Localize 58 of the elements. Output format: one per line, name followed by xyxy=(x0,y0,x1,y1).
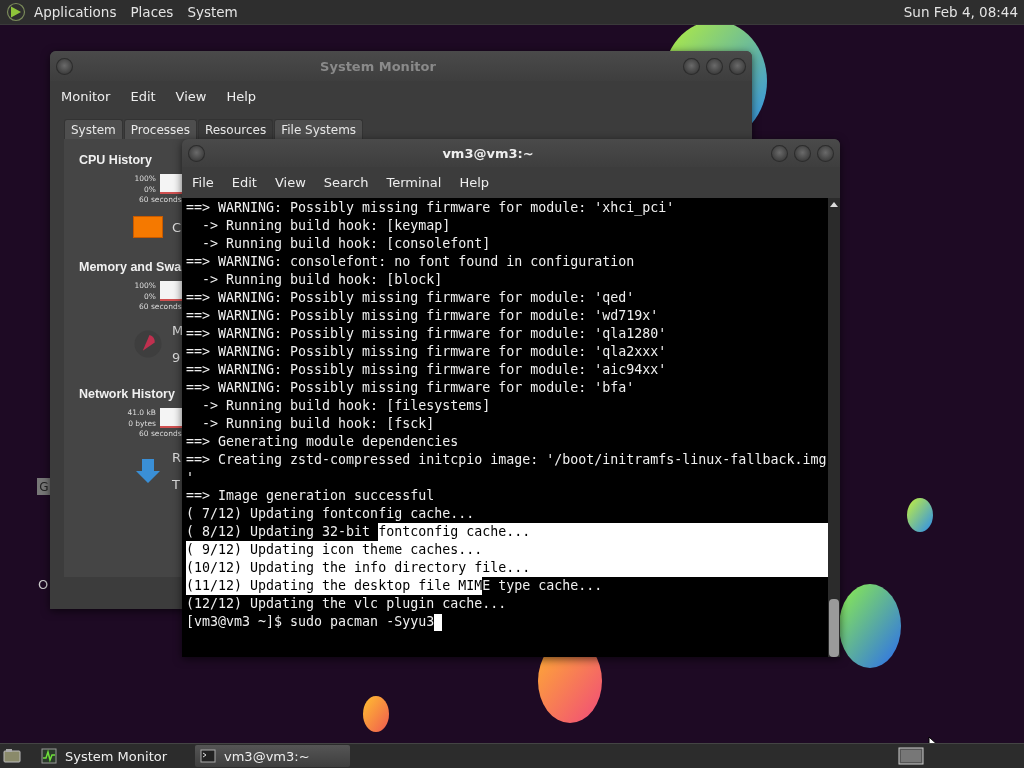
monitor-graph-icon xyxy=(41,748,57,764)
taskbar-button[interactable]: System Monitor xyxy=(36,745,191,767)
scroll-up-icon[interactable] xyxy=(829,200,839,208)
menu-item[interactable]: File xyxy=(192,175,214,190)
terminal-line: ==> WARNING: Possibly missing firmware for module: 'qed' xyxy=(186,289,635,307)
terminal-line: ==> WARNING: Possibly missing firmware for module: 'aic94xx' xyxy=(186,361,667,379)
terminal-line: -> Running build hook: [consolefont] xyxy=(201,235,491,253)
menu-item[interactable]: View xyxy=(274,175,306,190)
terminal-line: ==> WARNING: consolefont: no font found in configuration xyxy=(186,253,635,271)
menu-item[interactable]: Terminal xyxy=(386,175,442,190)
section-title: Memory and Swa xyxy=(79,260,182,274)
menu-item[interactable]: Help xyxy=(459,175,490,190)
window-menu-button[interactable] xyxy=(188,144,205,162)
section-title: CPU History xyxy=(79,153,152,167)
taskbar-button[interactable]: vm3@vm3:~ xyxy=(195,745,350,767)
close-button[interactable] xyxy=(817,144,834,162)
terminal-line: ==> Generating module dependencies xyxy=(186,433,459,451)
terminal-line: ==> Creating zstd-compressed initcpio image: '/boot/initramfs-linux-fallback.img xyxy=(186,451,827,469)
menu-item[interactable]: Search xyxy=(323,175,369,190)
terminal-line: -> Running build hook: [block] xyxy=(201,271,443,289)
terminal-line: E type cache... xyxy=(482,577,603,595)
legend-text: T xyxy=(172,477,181,492)
minimize-button[interactable] xyxy=(771,144,788,162)
panel-menu[interactable]: Applications xyxy=(34,4,117,20)
window-title: System Monitor xyxy=(319,58,437,74)
terminal-line: [vm3@vm3 ~]$ sudo pacman -Syyu3 xyxy=(186,613,435,631)
clock[interactable]: Sun Feb 4, 08:44 xyxy=(903,4,1018,20)
section-title: Network History xyxy=(79,387,175,401)
window-text: O xyxy=(38,577,49,592)
terminal-line: ==> WARNING: Possibly missing firmware for module: 'xhci_pci' xyxy=(186,199,675,217)
terminal-line: ( 7/12) Updating fontconfig cache... xyxy=(186,505,475,523)
menu-item[interactable]: Edit xyxy=(231,175,257,190)
maximize-button[interactable] xyxy=(794,144,811,162)
window-title: vm3@vm3:~ xyxy=(441,145,535,161)
legend-text: 9 xyxy=(172,350,182,365)
legend-text: R xyxy=(172,450,182,465)
legend-text: M xyxy=(172,323,184,338)
play-logo-icon[interactable] xyxy=(6,2,26,22)
terminal-line: ==> WARNING: Possibly missing firmware for module: 'bfa' xyxy=(186,379,635,397)
scrollbar[interactable] xyxy=(828,198,840,657)
terminal-line: (12/12) Updating the vlc plugin cache... xyxy=(186,595,507,613)
panel-menu[interactable]: System xyxy=(187,4,238,20)
text-cursor xyxy=(434,614,443,631)
terminal-line: -> Running build hook: [filesystems] xyxy=(201,397,491,415)
workspace-switcher-icon[interactable] xyxy=(898,747,924,765)
terminal-line: ==> WARNING: Possibly missing firmware for module: 'qla1280' xyxy=(186,325,667,343)
terminal-line: ==> Image generation successful xyxy=(186,487,435,505)
terminal-line: ( 8/12) Updating 32-bit xyxy=(186,523,372,541)
terminal-line: ==> WARNING: Possibly missing firmware for module: 'wd719x' xyxy=(186,307,659,325)
terminal-line: ' xyxy=(186,469,194,487)
terminal-line: -> Running build hook: [fsck] xyxy=(201,415,435,433)
terminal-line: ==> WARNING: Possibly missing firmware for module: 'qla2xxx' xyxy=(186,343,667,361)
terminal-line: -> Running build hook: [keymap] xyxy=(201,217,451,235)
show-desktop-icon[interactable] xyxy=(3,748,21,764)
scroll-thumb[interactable] xyxy=(829,599,839,657)
panel-menu[interactable]: Places xyxy=(130,4,174,20)
legend-text: C xyxy=(172,219,182,235)
terminal-icon xyxy=(200,748,216,764)
